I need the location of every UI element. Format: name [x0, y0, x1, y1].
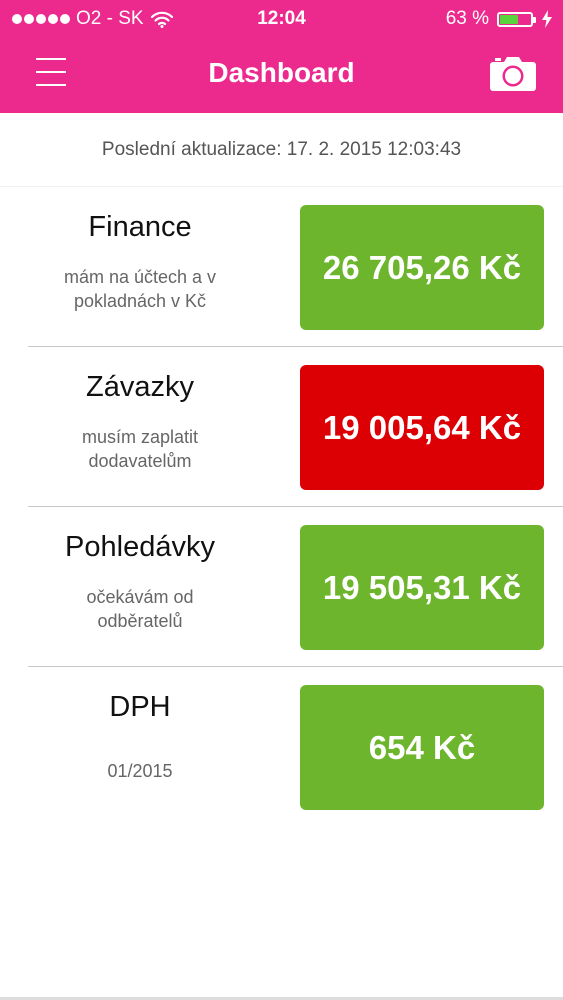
- row-subtitle-line: odběratelů: [97, 611, 183, 631]
- app-header: O2 - SK 12:04 63 % Dashboard: [0, 0, 563, 113]
- pohledavky-value-tile[interactable]: 19 505,31 Kč: [300, 525, 544, 650]
- row-subtitle: očekávám od odběratelů: [28, 585, 252, 633]
- pohledavky-row: Pohledávky očekávám od odběratelů 19 505…: [0, 507, 563, 667]
- zavazky-value-tile[interactable]: 19 005,64 Kč: [300, 365, 544, 490]
- nav-bar: Dashboard: [0, 40, 563, 113]
- row-info: Finance mám na účtech a v pokladnách v K…: [28, 187, 252, 347]
- row-info: Pohledávky očekávám od odběratelů: [28, 507, 252, 667]
- row-subtitle-line: pokladnách v Kč: [73, 291, 207, 311]
- row-subtitle: musím zaplatit dodavatelům: [28, 425, 252, 473]
- finance-value-tile[interactable]: 26 705,26 Kč: [300, 205, 544, 330]
- row-subtitle-line: dodavatelům: [88, 451, 192, 471]
- row-title: Pohledávky: [65, 531, 215, 563]
- page-title: Dashboard: [208, 57, 355, 88]
- battery-icon: [497, 11, 536, 27]
- charging-bolt-icon: [542, 10, 552, 28]
- finance-row: Finance mám na účtech a v pokladnách v K…: [0, 187, 563, 347]
- dph-value-tile[interactable]: 654 Kč: [300, 685, 544, 810]
- status-right: 63 %: [446, 8, 553, 30]
- row-info: Závazky musím zaplatit dodavatelům: [28, 347, 252, 507]
- row-subtitle-line: očekávám od: [86, 587, 194, 607]
- status-bar: O2 - SK 12:04 63 %: [0, 0, 563, 40]
- row-title: DPH: [109, 691, 171, 723]
- camera-icon[interactable]: [489, 54, 537, 92]
- battery-fill: [500, 14, 519, 24]
- row-subtitle-line: musím zaplatit: [81, 427, 199, 447]
- row-subtitle-line: 01/2015: [107, 761, 173, 781]
- row-title: Finance: [88, 211, 192, 243]
- battery-percent: 63 %: [445, 8, 489, 29]
- row-title: Závazky: [86, 371, 194, 403]
- last-update-text: Poslední aktualizace: 17. 2. 2015 12:03:…: [0, 113, 563, 187]
- row-info: DPH 01/2015: [28, 667, 252, 827]
- row-subtitle-line: mám na účtech a v: [63, 267, 217, 287]
- zavazky-row: Závazky musím zaplatit dodavatelům 19 00…: [0, 347, 563, 507]
- row-subtitle: 01/2015: [28, 759, 252, 783]
- dph-row: DPH 01/2015 654 Kč: [0, 667, 563, 827]
- row-subtitle: mám na účtech a v pokladnách v Kč: [28, 265, 252, 313]
